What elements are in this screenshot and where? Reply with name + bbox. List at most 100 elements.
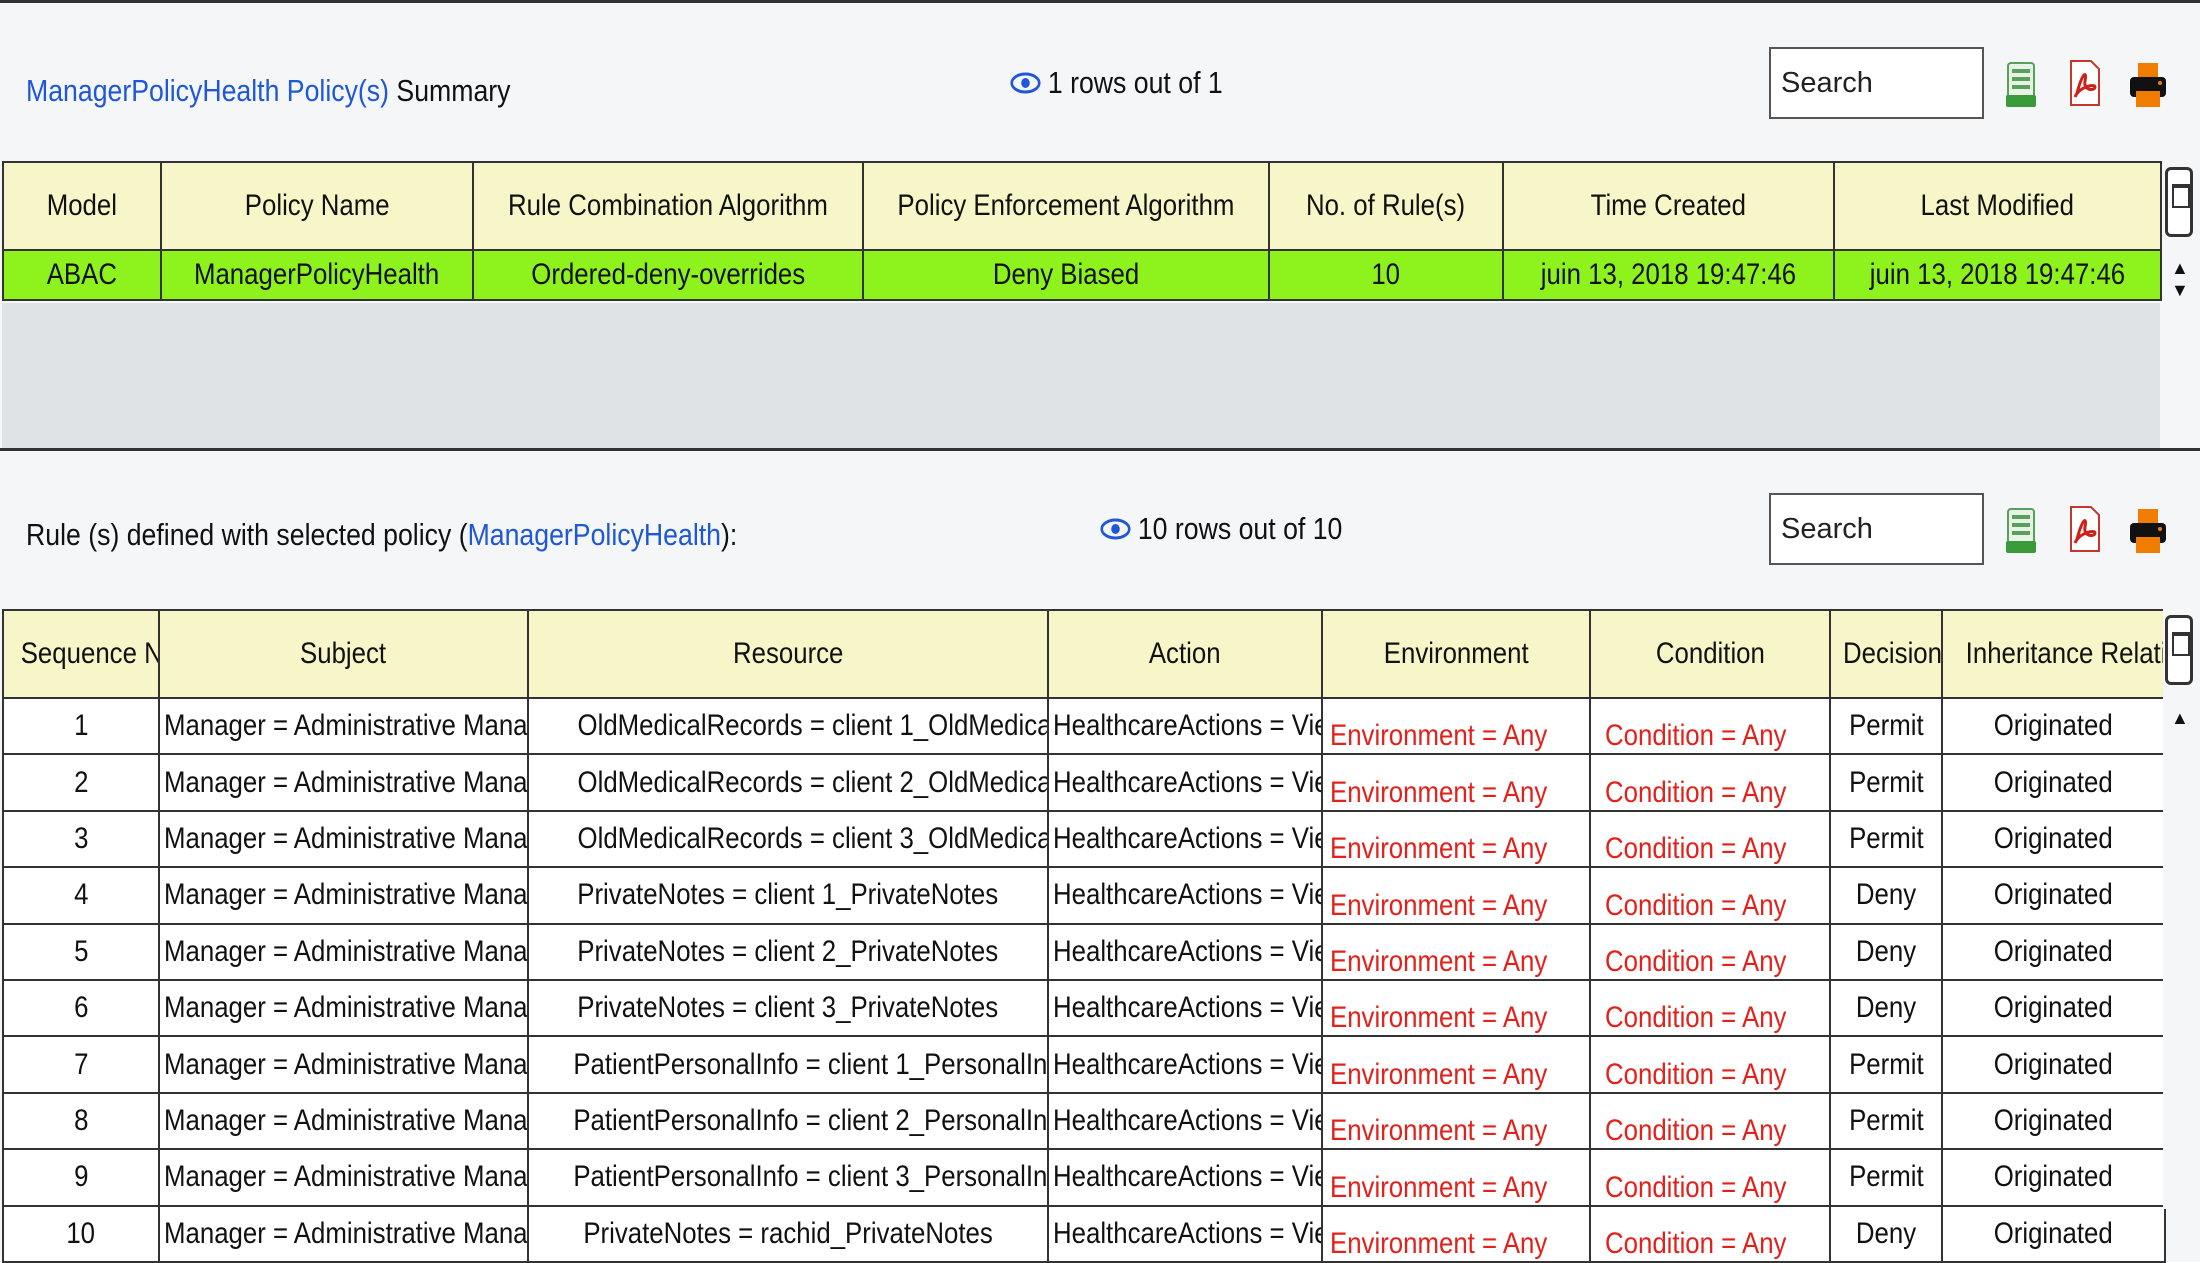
sequence-cell: 10 — [2, 1204, 160, 1263]
decision-cell: Permit — [1829, 753, 1943, 812]
environment-cell: Environment = Any — [1321, 1148, 1591, 1207]
condition-cell: Condition = Any — [1589, 1204, 1831, 1263]
subject-cell: Manager = Administrative Mana... — [158, 866, 529, 925]
resource-cell: PrivateNotes = client 2_PrivateNotes — [527, 922, 1049, 981]
resource-cell: OldMedicalRecords = client 1_OldMedicalR… — [527, 696, 1049, 756]
column-chooser-icon[interactable] — [2165, 167, 2193, 237]
inheritance-cell: Originated — [1941, 1035, 2166, 1094]
column-header[interactable]: No. of Rule(s) — [1268, 161, 1504, 251]
pdf-export-icon[interactable] — [2065, 503, 2105, 555]
column-header[interactable]: Decision — [1829, 609, 1943, 699]
rules-row-count: 10 rows out of 10 — [1100, 511, 1342, 547]
environment-cell: Environment = Any — [1321, 809, 1591, 869]
condition-cell: Condition = Any — [1589, 1035, 1831, 1094]
column-header[interactable]: Inheritance Relation — [1941, 609, 2166, 699]
action-cell: HealthcareActions = Vie... — [1047, 1204, 1323, 1263]
pdf-export-icon[interactable] — [2065, 57, 2105, 109]
resource-cell: PatientPersonalInfo = client 2_PersonalI… — [527, 1091, 1049, 1151]
column-header[interactable]: Model — [2, 161, 162, 251]
sequence-cell: 9 — [2, 1148, 160, 1207]
action-cell: HealthcareActions = Vie... — [1047, 696, 1323, 756]
summary-header-row: Model Policy Name Rule Combination Algor… — [2, 161, 2162, 251]
rules-search-input[interactable] — [1769, 493, 1984, 565]
sequence-cell: 8 — [2, 1091, 160, 1151]
subject-cell: Manager = Administrative Mana... — [158, 809, 529, 869]
column-header[interactable]: Condition — [1589, 609, 1831, 699]
sequence-cell: 5 — [2, 922, 160, 981]
subject-cell: Manager = Administrative Mana... — [158, 1148, 529, 1207]
condition-cell: Condition = Any — [1589, 922, 1831, 981]
table-row[interactable]: 4 Manager = Administrative Mana... Private… — [2, 866, 2166, 925]
table-row[interactable]: 3 Manager = Administrative Mana... OldMedi… — [2, 809, 2166, 869]
inheritance-cell: Originated — [1941, 1091, 2166, 1151]
decision-cell: Permit — [1829, 1035, 1943, 1094]
summary-search-input[interactable] — [1769, 47, 1984, 119]
table-row[interactable]: 5 Manager = Administrative Mana... Private… — [2, 922, 2166, 981]
table-row[interactable]: 7 Manager = Administrative Mana... Patient… — [2, 1035, 2166, 1094]
table-row[interactable]: 6 Manager = Administrative Mana... Private… — [2, 978, 2166, 1038]
summary-title-link[interactable]: ManagerPolicyHealth Policy(s) — [26, 73, 389, 108]
condition-cell: Condition = Any — [1589, 866, 1831, 925]
subject-cell: Manager = Administrative Mana... — [158, 1204, 529, 1263]
inheritance-cell: Originated — [1941, 1204, 2166, 1263]
table-row[interactable]: 8 Manager = Administrative Mana... Patient… — [2, 1091, 2166, 1151]
environment-cell: Environment = Any — [1321, 978, 1591, 1038]
scroll-up-arrow[interactable]: ▲ — [2171, 709, 2189, 727]
table-cell: juin 13, 2018 19:47:46 — [1833, 249, 2162, 301]
summary-count-text: 1 rows out of 1 — [1047, 65, 1223, 100]
excel-export-icon[interactable] — [2002, 505, 2042, 557]
resource-cell: OldMedicalRecords = client 2_OldMedicalR… — [527, 753, 1049, 812]
decision-cell: Permit — [1829, 809, 1943, 869]
rules-table: Sequence No Subject Resource Action Envi… — [2, 609, 2166, 1263]
action-cell: HealthcareActions = Vie... — [1047, 922, 1323, 981]
scroll-up-arrow[interactable]: ▲ — [2171, 259, 2189, 277]
sequence-cell: 4 — [2, 866, 160, 925]
rules-title-link[interactable]: ManagerPolicyHealth — [468, 517, 721, 552]
column-header[interactable]: Subject — [158, 609, 529, 699]
column-header[interactable]: Policy Name — [160, 161, 474, 251]
inheritance-cell: Originated — [1941, 696, 2166, 756]
column-header[interactable]: Sequence No — [2, 609, 160, 699]
sequence-cell: 6 — [2, 978, 160, 1038]
column-header[interactable]: Rule Combination Algorithm — [472, 161, 864, 251]
table-row[interactable]: 10 Manager = Administrative Mana... Privat… — [2, 1204, 2166, 1263]
summary-row-count: 1 rows out of 1 — [1010, 65, 1223, 101]
eye-icon — [1010, 72, 1041, 94]
column-header[interactable]: Policy Enforcement Algorithm — [862, 161, 1270, 251]
rules-panel: Rule (s) defined with selected policy (M… — [0, 448, 2200, 1263]
environment-cell: Environment = Any — [1321, 1204, 1591, 1263]
decision-cell: Permit — [1829, 1091, 1943, 1151]
scroll-down-arrow[interactable]: ▼ — [2171, 281, 2189, 299]
print-icon[interactable] — [2128, 505, 2168, 557]
excel-export-icon[interactable] — [2002, 59, 2042, 111]
policy-summary-panel: ManagerPolicyHealth Policy(s) Summary 1 … — [0, 0, 2200, 451]
rules-scrollbar[interactable]: ▲ — [2163, 609, 2197, 1209]
column-header[interactable]: Last Modified — [1833, 161, 2162, 251]
environment-cell: Environment = Any — [1321, 696, 1591, 756]
inheritance-cell: Originated — [1941, 1148, 2166, 1207]
table-row[interactable]: 1 Manager = Administrative Mana... OldMedi… — [2, 696, 2166, 756]
decision-cell: Permit — [1829, 696, 1943, 756]
table-cell: 10 — [1268, 249, 1504, 301]
action-cell: HealthcareActions = Vie... — [1047, 1091, 1323, 1151]
column-chooser-icon[interactable] — [2165, 615, 2193, 685]
resource-cell: PatientPersonalInfo = client 1_PersonalI… — [527, 1035, 1049, 1094]
column-header[interactable]: Time Created — [1502, 161, 1835, 251]
table-row[interactable]: ABAC ManagerPolicyHealth Ordered-deny-ov… — [2, 249, 2162, 301]
table-row[interactable]: 9 Manager = Administrative Mana... Patient… — [2, 1148, 2166, 1207]
decision-cell: Deny — [1829, 866, 1943, 925]
print-icon[interactable] — [2128, 59, 2168, 111]
column-header[interactable]: Action — [1047, 609, 1323, 699]
column-header[interactable]: Environment — [1321, 609, 1591, 699]
inheritance-cell: Originated — [1941, 753, 2166, 812]
sequence-cell: 3 — [2, 809, 160, 869]
summary-scrollbar[interactable]: ▲ ▼ — [2163, 161, 2197, 303]
table-row[interactable]: 2 Manager = Administrative Mana... OldMedi… — [2, 753, 2166, 812]
summary-title-suffix: Summary — [389, 73, 511, 108]
column-header[interactable]: Resource — [527, 609, 1049, 699]
condition-cell: Condition = Any — [1589, 809, 1831, 869]
action-cell: HealthcareActions = Vie... — [1047, 978, 1323, 1038]
inheritance-cell: Originated — [1941, 809, 2166, 869]
environment-cell: Environment = Any — [1321, 1091, 1591, 1151]
condition-cell: Condition = Any — [1589, 696, 1831, 756]
